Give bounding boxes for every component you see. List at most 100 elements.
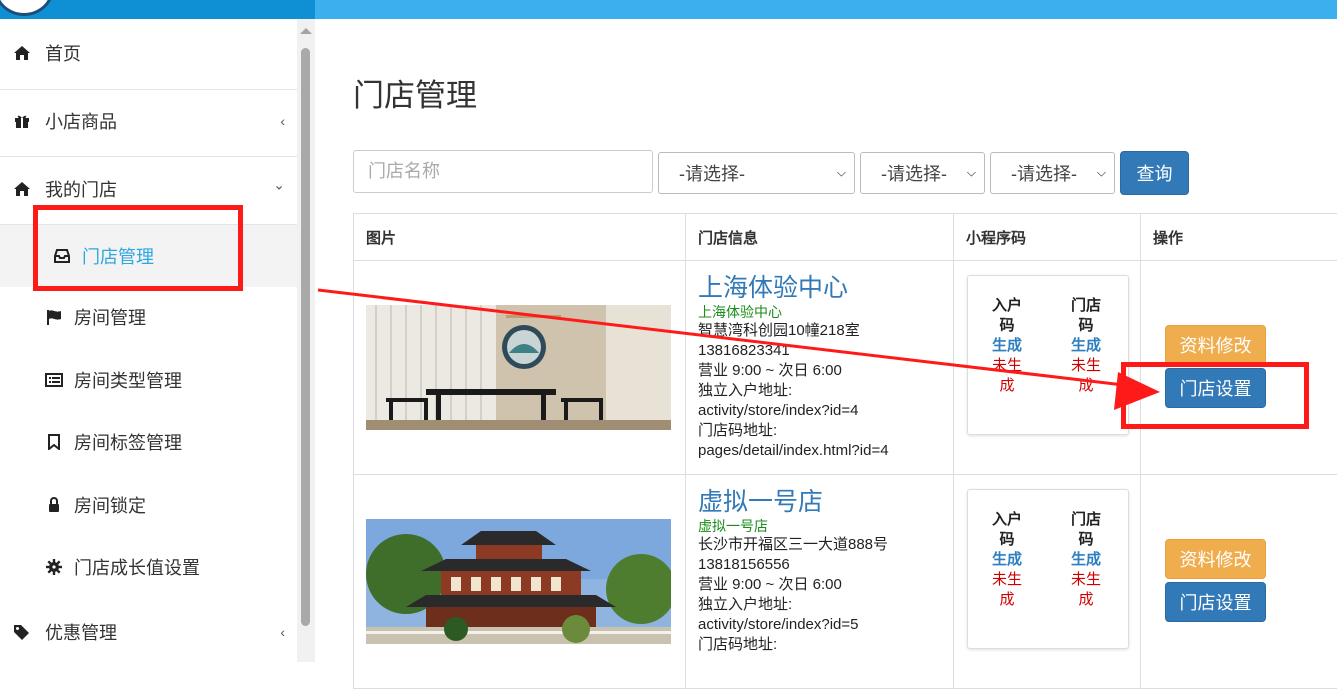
not-generated-status: 未生成 <box>1071 356 1101 396</box>
store-address: 长沙市开福区三一大道888号 <box>698 535 953 555</box>
lock-icon <box>44 497 64 513</box>
gift-icon <box>12 113 32 129</box>
top-navbar <box>315 0 1337 19</box>
sidebar-item-label: 房间标签管理 <box>74 429 182 455</box>
store-info-cell: 上海体验中心 上海体验中心 智慧湾科创园10幢218室 13816823341 … <box>686 261 954 475</box>
qr-label: 入户码 <box>992 510 1022 550</box>
select-value: -请选择- <box>679 160 745 186</box>
select-value: -请选择- <box>1011 160 1077 186</box>
select-value: -请选择- <box>881 160 947 186</box>
scroll-up-arrow-icon[interactable] <box>300 28 312 34</box>
sidebar-item-label: 小店商品 <box>45 108 117 134</box>
tags-icon <box>12 624 32 640</box>
store-subname: 上海体验中心 <box>698 304 953 321</box>
edit-info-button[interactable]: 资料修改 <box>1165 325 1266 365</box>
qr-label: 门店码 <box>1071 510 1101 550</box>
sidebar-item-room-management[interactable]: 房间管理 <box>0 297 297 337</box>
list-icon <box>44 373 64 387</box>
column-header: 门店信息 <box>686 214 954 261</box>
store-name-search-input[interactable] <box>353 150 653 193</box>
sidebar-scrollbar[interactable] <box>297 19 315 662</box>
sidebar-item-discount-management[interactable]: 优惠管理 ‹ <box>0 612 297 652</box>
column-header: 小程序码 <box>954 214 1141 261</box>
entry-address-url: activity/store/index?id=5 <box>698 615 953 635</box>
bookmark-icon <box>44 434 64 450</box>
chevron-down-icon: ⌵ <box>1097 166 1106 181</box>
not-generated-status: 未生成 <box>992 570 1022 610</box>
generate-link[interactable]: 生成 <box>992 336 1022 356</box>
store-phone: 13818156556 <box>698 555 953 575</box>
sidebar-item-label: 房间类型管理 <box>74 367 182 393</box>
store-photo <box>366 519 671 644</box>
column-header: 操作 <box>1141 214 1337 261</box>
qr-label: 门店码 <box>1071 296 1101 336</box>
store-name-link[interactable]: 上海体验中心 <box>698 273 953 304</box>
entry-code-column: 入户码 生成 未生成 <box>992 510 1022 610</box>
store-settings-button[interactable]: 门店设置 <box>1165 582 1266 622</box>
gear-icon <box>44 559 64 575</box>
sidebar-item-store-growth-settings[interactable]: 门店成长值设置 <box>0 547 297 587</box>
chevron-down-icon: ⌵ <box>967 166 976 181</box>
query-button[interactable]: 查询 <box>1120 151 1189 195</box>
sidebar: 首页 小店商品 ‹ 我的门店 ⌄ 门店管理 房间管理 房间类型管理 <box>0 19 298 662</box>
generate-link[interactable]: 生成 <box>1071 336 1101 356</box>
chevron-down-icon: ⌄ <box>273 177 285 194</box>
store-hours: 营业 9:00 ~ 次日 6:00 <box>698 361 953 381</box>
not-generated-status: 未生成 <box>1071 570 1101 610</box>
sidebar-item-my-store[interactable]: 我的门店 ⌄ <box>0 169 297 209</box>
sidebar-item-label: 房间管理 <box>74 304 146 330</box>
qr-code-panel: 入户码 生成 未生成 门店码 生成 未生成 <box>967 489 1129 649</box>
store-address: 智慧湾科创园10幢218室 <box>698 321 953 341</box>
sidebar-item-label: 房间锁定 <box>74 492 146 518</box>
sidebar-item-label: 首页 <box>45 40 81 66</box>
sidebar-item-home[interactable]: 首页 <box>0 33 297 73</box>
generate-link[interactable]: 生成 <box>1071 550 1101 570</box>
scrollbar-thumb[interactable] <box>301 48 310 626</box>
store-name-link[interactable]: 虚拟一号店 <box>698 487 953 518</box>
sidebar-item-shop-goods[interactable]: 小店商品 ‹ <box>0 101 297 141</box>
divider <box>0 156 297 157</box>
not-generated-status: 未生成 <box>992 356 1022 396</box>
page-title: 门店管理 <box>353 70 477 115</box>
chevron-left-icon: ‹ <box>280 624 285 640</box>
chevron-left-icon: ‹ <box>280 113 285 129</box>
home-icon <box>12 45 32 61</box>
store-code-column: 门店码 生成 未生成 <box>1071 296 1101 396</box>
filter-select-2[interactable]: -请选择- ⌵ <box>860 152 985 194</box>
sidebar-item-label: 优惠管理 <box>45 619 117 645</box>
store-subname: 虚拟一号店 <box>698 518 953 535</box>
store-code-label: 门店码地址: <box>698 635 953 655</box>
entry-code-column: 入户码 生成 未生成 <box>992 296 1022 396</box>
store-code-url: pages/detail/index.html?id=4 <box>698 441 953 461</box>
qr-code-cell: 入户码 生成 未生成 门店码 生成 未生成 <box>954 475 1141 689</box>
store-code-column: 门店码 生成 未生成 <box>1071 510 1101 610</box>
sidebar-item-label: 我的门店 <box>45 176 117 202</box>
home-icon <box>12 181 32 197</box>
filter-select-1[interactable]: -请选择- ⌵ <box>658 152 855 194</box>
store-photo <box>366 305 671 430</box>
table-header-row: 图片 门店信息 小程序码 操作 <box>354 214 1337 261</box>
store-info-cell: 虚拟一号店 虚拟一号店 长沙市开福区三一大道888号 13818156556 营… <box>686 475 954 689</box>
generate-link[interactable]: 生成 <box>992 550 1022 570</box>
sidebar-item-label: 门店成长值设置 <box>74 554 200 580</box>
filter-select-3[interactable]: -请选择- ⌵ <box>990 152 1115 194</box>
qr-label: 入户码 <box>992 296 1022 336</box>
store-phone: 13816823341 <box>698 341 953 361</box>
sidebar-item-room-lock[interactable]: 房间锁定 <box>0 485 297 525</box>
logo[interactable] <box>0 0 54 16</box>
qr-code-panel: 入户码 生成 未生成 门店码 生成 未生成 <box>967 275 1129 435</box>
store-photo-cell <box>354 261 686 475</box>
edit-info-button[interactable]: 资料修改 <box>1165 539 1266 579</box>
qr-code-cell: 入户码 生成 未生成 门店码 生成 未生成 <box>954 261 1141 475</box>
column-header: 图片 <box>354 214 686 261</box>
annotation-highlight-box <box>1121 362 1309 429</box>
store-code-label: 门店码地址: <box>698 421 953 441</box>
sidebar-item-room-tag-management[interactable]: 房间标签管理 <box>0 422 297 462</box>
store-photo-cell <box>354 475 686 689</box>
entry-address-label: 独立入户地址: <box>698 595 953 615</box>
sidebar-item-room-type-management[interactable]: 房间类型管理 <box>0 360 297 400</box>
entry-address-url: activity/store/index?id=4 <box>698 401 953 421</box>
flag-icon <box>44 309 64 325</box>
divider <box>0 89 297 90</box>
chevron-down-icon: ⌵ <box>837 166 846 181</box>
